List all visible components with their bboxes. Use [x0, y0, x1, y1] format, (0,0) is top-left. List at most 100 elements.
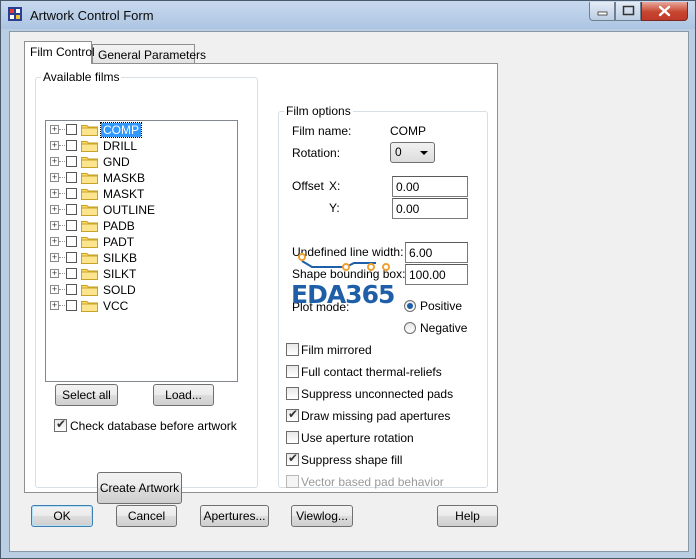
expand-plus-icon[interactable]: +	[50, 157, 59, 166]
tree-item-padt[interactable]: + PADT	[46, 234, 236, 250]
offset-y-label: Y:	[329, 201, 340, 215]
option-checkbox-5[interactable]: ✔	[286, 451, 299, 466]
film-checkbox[interactable]	[66, 268, 77, 279]
film-checkbox[interactable]	[66, 220, 77, 231]
option-checkbox-1[interactable]	[286, 365, 299, 378]
folder-icon	[81, 205, 98, 216]
film-checkbox[interactable]	[66, 124, 77, 135]
tree-item-silkt[interactable]: + SILKT	[46, 266, 236, 282]
expand-plus-icon[interactable]: +	[50, 221, 59, 230]
expand-plus-icon[interactable]: +	[50, 237, 59, 246]
film-checkbox[interactable]	[66, 204, 77, 215]
check-database-checkbox[interactable]: ✔	[54, 417, 67, 432]
create-artwork-button[interactable]: Create Artwork	[97, 472, 182, 504]
film-options-legend: Film options	[284, 104, 353, 118]
expand-plus-icon[interactable]: +	[50, 125, 59, 134]
tree-item-silkb[interactable]: + SILKB	[46, 250, 236, 266]
film-checkbox[interactable]	[66, 188, 77, 199]
ok-button[interactable]: OK	[31, 505, 93, 527]
artwork-control-window: Artwork Control Form Film Control Genera…	[0, 0, 696, 559]
apertures-button[interactable]: Apertures...	[200, 505, 269, 527]
tree-item-sold[interactable]: + SOLD	[46, 282, 236, 298]
watermark-text: EDA365	[291, 280, 395, 309]
tab-general-parameters[interactable]: General Parameters	[92, 44, 206, 64]
option-checkbox-label: Film mirrored	[301, 343, 372, 357]
option-checkbox-3[interactable]: ✔	[286, 407, 299, 422]
help-label: Help	[455, 509, 480, 523]
expand-plus-icon[interactable]: +	[50, 301, 59, 310]
expand-plus-icon[interactable]: +	[50, 285, 59, 294]
tree-connector	[59, 193, 65, 194]
undefined-line-width-input[interactable]	[405, 242, 468, 263]
film-name: MASKT	[103, 187, 145, 201]
film-checkbox[interactable]	[66, 284, 77, 295]
shape-bounding-box-input[interactable]	[405, 264, 468, 285]
folder-icon	[81, 269, 98, 280]
checkmark-icon: ✔	[288, 407, 299, 421]
title-bar[interactable]: Artwork Control Form	[1, 1, 695, 29]
tree-item-gnd[interactable]: + GND	[46, 154, 236, 170]
viewlog-button[interactable]: Viewlog...	[291, 505, 353, 527]
film-name: OUTLINE	[103, 203, 156, 217]
help-button[interactable]: Help	[437, 505, 498, 527]
option-checkbox-0[interactable]	[286, 343, 299, 356]
film-checkbox[interactable]	[66, 236, 77, 247]
window-title: Artwork Control Form	[30, 8, 154, 23]
option-checkbox-label: Suppress shape fill	[301, 453, 403, 467]
plot-positive-label: Positive	[420, 299, 463, 313]
expand-plus-icon[interactable]: +	[50, 141, 59, 150]
close-icon	[658, 5, 671, 17]
film-checkbox[interactable]	[66, 172, 77, 183]
tree-item-comp[interactable]: + COMP	[46, 122, 236, 138]
tree-item-drill[interactable]: + DRILL	[46, 138, 236, 154]
option-checkbox-4[interactable]	[286, 431, 299, 444]
apertures-label: Apertures...	[203, 509, 266, 523]
option-checkbox-2[interactable]	[286, 387, 299, 400]
tree-connector	[59, 161, 65, 162]
film-name: PADT	[103, 235, 135, 249]
expand-plus-icon[interactable]: +	[50, 269, 59, 278]
tree-item-maskt[interactable]: + MASKT	[46, 186, 236, 202]
offset-y-input[interactable]	[392, 198, 468, 219]
tree-item-vcc[interactable]: + VCC	[46, 298, 236, 314]
rotation-select[interactable]: 0	[390, 142, 435, 163]
expand-plus-icon[interactable]: +	[50, 189, 59, 198]
plot-positive-radio[interactable]	[404, 300, 416, 312]
film-name: PADB	[103, 219, 135, 233]
tree-connector	[59, 129, 65, 130]
tree-item-maskb[interactable]: + MASKB	[46, 170, 236, 186]
film-checkbox[interactable]	[66, 252, 77, 263]
film-name: COMP	[100, 122, 142, 138]
film-checkbox[interactable]	[66, 300, 77, 311]
expand-plus-icon[interactable]: +	[50, 205, 59, 214]
tab-film-control[interactable]: Film Control	[24, 41, 95, 64]
minimize-button[interactable]	[589, 2, 615, 21]
film-name: VCC	[103, 299, 129, 313]
tree-item-outline[interactable]: + OUTLINE	[46, 202, 236, 218]
rotation-value: 0	[395, 145, 402, 159]
tree-connector	[59, 241, 65, 242]
option-checkbox-label: Vector based pad behavior	[301, 475, 444, 489]
plot-negative-radio[interactable]	[404, 322, 416, 334]
expand-plus-icon[interactable]: +	[50, 253, 59, 262]
available-films-legend: Available films	[41, 70, 122, 84]
select-all-button[interactable]: Select all	[55, 384, 118, 406]
viewlog-label: Viewlog...	[296, 509, 348, 523]
expand-plus-icon[interactable]: +	[50, 173, 59, 182]
tree-connector	[59, 225, 65, 226]
tree-connector	[59, 209, 65, 210]
close-button[interactable]	[641, 2, 688, 21]
tree-item-padb[interactable]: + PADB	[46, 218, 236, 234]
films-tree[interactable]: + COMP + DRILL + GND + MASKB + MASKT + OUTLINE + PADB…	[45, 120, 238, 382]
film-checkbox[interactable]	[66, 140, 77, 151]
offset-x-input[interactable]	[392, 176, 468, 197]
load-button[interactable]: Load...	[153, 384, 214, 406]
film-name: MASKB	[103, 171, 146, 185]
cancel-button[interactable]: Cancel	[116, 505, 177, 527]
tree-connector	[59, 305, 65, 306]
film-checkbox[interactable]	[66, 156, 77, 167]
maximize-button[interactable]	[615, 2, 641, 21]
folder-icon	[81, 173, 98, 184]
folder-icon	[81, 157, 98, 168]
film-name: SOLD	[103, 283, 136, 297]
